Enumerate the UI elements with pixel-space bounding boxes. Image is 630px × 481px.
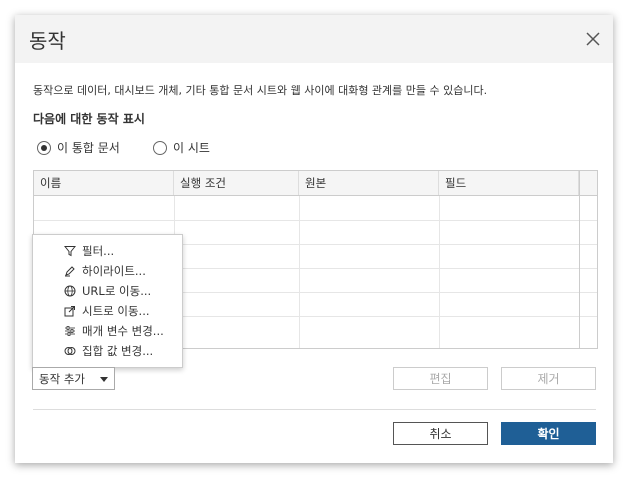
column-header-run-on[interactable]: 실행 조건	[174, 171, 299, 195]
remove-button[interactable]: 제거	[501, 367, 596, 390]
cancel-button[interactable]: 취소	[393, 422, 488, 445]
column-header-source[interactable]: 원본	[299, 171, 439, 195]
menu-item-label: 하이라이트...	[82, 264, 146, 278]
radio-selected-icon	[37, 140, 51, 155]
table-header: 이름 실행 조건 원본 필드	[34, 171, 597, 196]
edit-button[interactable]: 편집	[393, 367, 488, 390]
radio-label: 이 통합 문서	[57, 141, 120, 155]
column-divider	[439, 196, 440, 348]
menu-item-label: 매개 변수 변경...	[82, 324, 164, 338]
menu-item-highlight[interactable]: 하이라이트...	[33, 261, 182, 281]
menu-item-label: URL로 이동...	[82, 284, 152, 298]
radio-this-workbook[interactable]: 이 통합 문서	[37, 139, 120, 156]
menu-item-go-to-sheet[interactable]: 시트로 이동...	[33, 301, 182, 321]
column-divider	[299, 196, 300, 348]
menu-item-label: 집합 값 변경...	[82, 344, 154, 358]
radio-unselected-icon	[153, 140, 167, 155]
menu-item-label: 필터...	[82, 244, 115, 258]
ok-button[interactable]: 확인	[501, 422, 596, 445]
add-action-button[interactable]: 동작 추가	[32, 367, 115, 390]
add-action-menu: 필터... 하이라이트... URL로 이동... 시트로 이동... 매개 변…	[32, 234, 183, 368]
dropdown-arrow-icon	[100, 377, 108, 382]
highlighter-icon	[65, 266, 75, 277]
menu-item-change-parameter[interactable]: 매개 변수 변경...	[33, 321, 182, 341]
add-action-label: 동작 추가	[39, 371, 85, 386]
actions-dialog: 동작 동작으로 데이터, 대시보드 개체, 기타 통합 문서 시트와 웹 사이에…	[15, 15, 613, 463]
footer-divider	[33, 409, 596, 410]
parameter-sliders-icon	[65, 326, 75, 336]
radio-this-sheet[interactable]: 이 시트	[153, 139, 210, 156]
menu-item-change-set-values[interactable]: 집합 값 변경...	[33, 341, 182, 361]
menu-item-label: 시트로 이동...	[82, 304, 150, 318]
column-divider	[579, 171, 580, 348]
column-header-name[interactable]: 이름	[34, 171, 174, 195]
go-to-sheet-icon	[64, 306, 75, 317]
column-header-fields[interactable]: 필드	[439, 171, 579, 195]
filter-icon	[64, 246, 76, 257]
menu-item-filter[interactable]: 필터...	[33, 241, 182, 261]
dialog-description: 동작으로 데이터, 대시보드 개체, 기타 통합 문서 시트와 웹 사이에 대화…	[33, 84, 488, 97]
menu-item-go-to-url[interactable]: URL로 이동...	[33, 281, 182, 301]
set-icon	[64, 347, 76, 355]
dialog-titlebar: 동작	[15, 15, 613, 63]
dialog-title: 동작	[29, 29, 66, 53]
table-row	[34, 196, 597, 221]
radio-label: 이 시트	[173, 141, 210, 155]
close-icon[interactable]	[583, 29, 603, 49]
show-actions-for-label: 다음에 대한 동작 표시	[33, 112, 145, 126]
globe-icon	[64, 285, 76, 297]
